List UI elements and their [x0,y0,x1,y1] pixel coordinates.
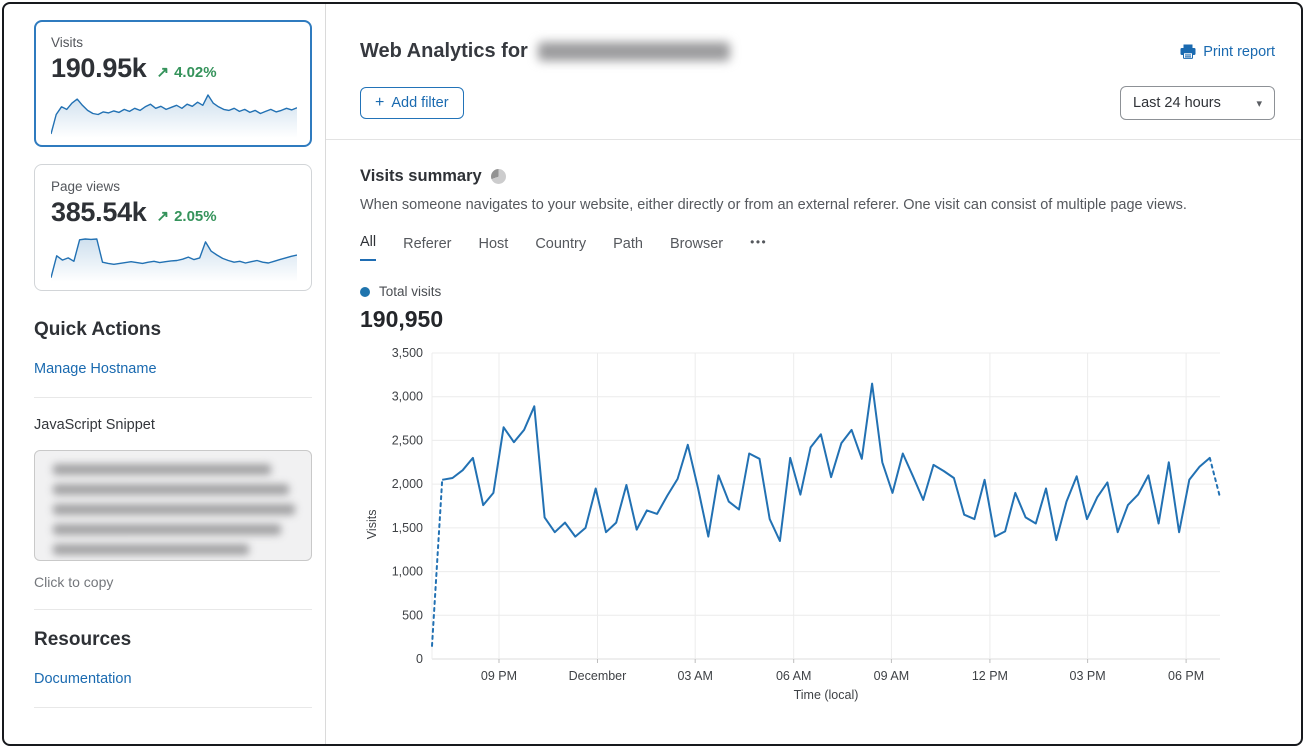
plus-icon: + [375,95,384,111]
tab-host[interactable]: Host [478,236,508,261]
svg-text:2,000: 2,000 [392,477,423,491]
quick-actions-heading: Quick Actions [34,319,311,341]
js-snippet-label: JavaScript Snippet [34,417,311,433]
manage-hostname-link[interactable]: Manage Hostname [34,361,157,377]
svg-text:03 PM: 03 PM [1070,669,1106,683]
time-range-select[interactable]: Last 24 hours ▾ [1120,86,1275,120]
svg-text:09 AM: 09 AM [874,669,909,683]
svg-text:Visits: Visits [365,510,379,540]
svg-text:09 PM: 09 PM [481,669,517,683]
legend-dot-icon [360,287,370,297]
total-visits-value: 190,950 [360,306,1275,333]
click-to-copy-hint: Click to copy [34,574,311,590]
svg-text:3,000: 3,000 [392,390,423,404]
metric-delta-value: 4.02% [174,64,217,81]
tab-country[interactable]: Country [535,236,586,261]
redacted-domain [538,42,730,61]
svg-text:06 AM: 06 AM [776,669,811,683]
svg-text:December: December [569,669,627,683]
redacted-code-line [53,464,271,475]
visits-summary-description: When someone navigates to your website, … [360,197,1275,213]
tab-all[interactable]: All [360,234,376,261]
redacted-code-line [53,484,289,495]
svg-text:12 PM: 12 PM [972,669,1008,683]
redacted-code-line [53,504,295,515]
print-report-link[interactable]: Print report [1180,44,1275,60]
redacted-code-line [53,524,281,535]
metric-value: 190.95k [51,53,147,84]
print-report-label: Print report [1203,44,1275,60]
documentation-link[interactable]: Documentation [34,671,132,687]
visits-line-chart: 0 500 1,000 1,500 2,000 2,500 3,000 3,500 09 PM D… [360,343,1252,703]
js-snippet-box[interactable] [34,450,312,561]
metric-delta: ↗ 4.02% [157,63,217,81]
summary-tabs: All Referer Host Country Path Browser ••… [360,234,1275,261]
more-tabs-button[interactable]: ••• [750,235,767,261]
visits-sparkline [51,90,297,138]
svg-text:0: 0 [416,652,423,666]
main-content: Web Analytics for Print report + Add fil… [326,4,1301,744]
divider [34,609,312,610]
trend-up-icon: ↗ [157,63,170,81]
svg-text:1,000: 1,000 [392,565,423,579]
printer-icon [1180,44,1196,59]
page-title: Web Analytics for [360,40,528,63]
redacted-code-line [53,544,249,555]
metric-card-page-views[interactable]: Page views 385.54k ↗ 2.05% [34,164,312,291]
svg-text:1,500: 1,500 [392,521,423,535]
metric-value: 385.54k [51,197,147,228]
tab-browser[interactable]: Browser [670,236,723,261]
add-filter-button[interactable]: + Add filter [360,87,464,119]
divider [326,139,1301,140]
time-range-value: Last 24 hours [1133,95,1221,111]
tab-path[interactable]: Path [613,236,643,261]
resources-heading: Resources [34,629,311,651]
divider [34,397,312,398]
svg-text:03 AM: 03 AM [677,669,712,683]
metric-label: Visits [51,35,295,50]
metric-delta: ↗ 2.05% [157,207,217,225]
legend-label: Total visits [379,284,441,299]
app-window: Visits 190.95k ↗ 4.02% Page views 385.54… [2,2,1303,746]
svg-text:2,500: 2,500 [392,433,423,447]
metric-label: Page views [51,179,295,194]
visits-summary-title: Visits summary [360,167,482,186]
svg-text:3,500: 3,500 [392,346,423,360]
chevron-down-icon: ▾ [1256,97,1262,110]
metric-delta-value: 2.05% [174,208,217,225]
svg-text:500: 500 [402,608,423,622]
metric-card-visits[interactable]: Visits 190.95k ↗ 4.02% [34,20,312,147]
page-views-sparkline [51,234,297,282]
sidebar: Visits 190.95k ↗ 4.02% Page views 385.54… [4,4,326,744]
svg-text:06 PM: 06 PM [1168,669,1204,683]
help-pie-icon [491,169,506,184]
divider [34,707,312,708]
tab-referer[interactable]: Referer [403,236,451,261]
svg-text:Time (local): Time (local) [794,688,859,702]
add-filter-label: Add filter [391,95,448,111]
trend-up-icon: ↗ [157,207,170,225]
